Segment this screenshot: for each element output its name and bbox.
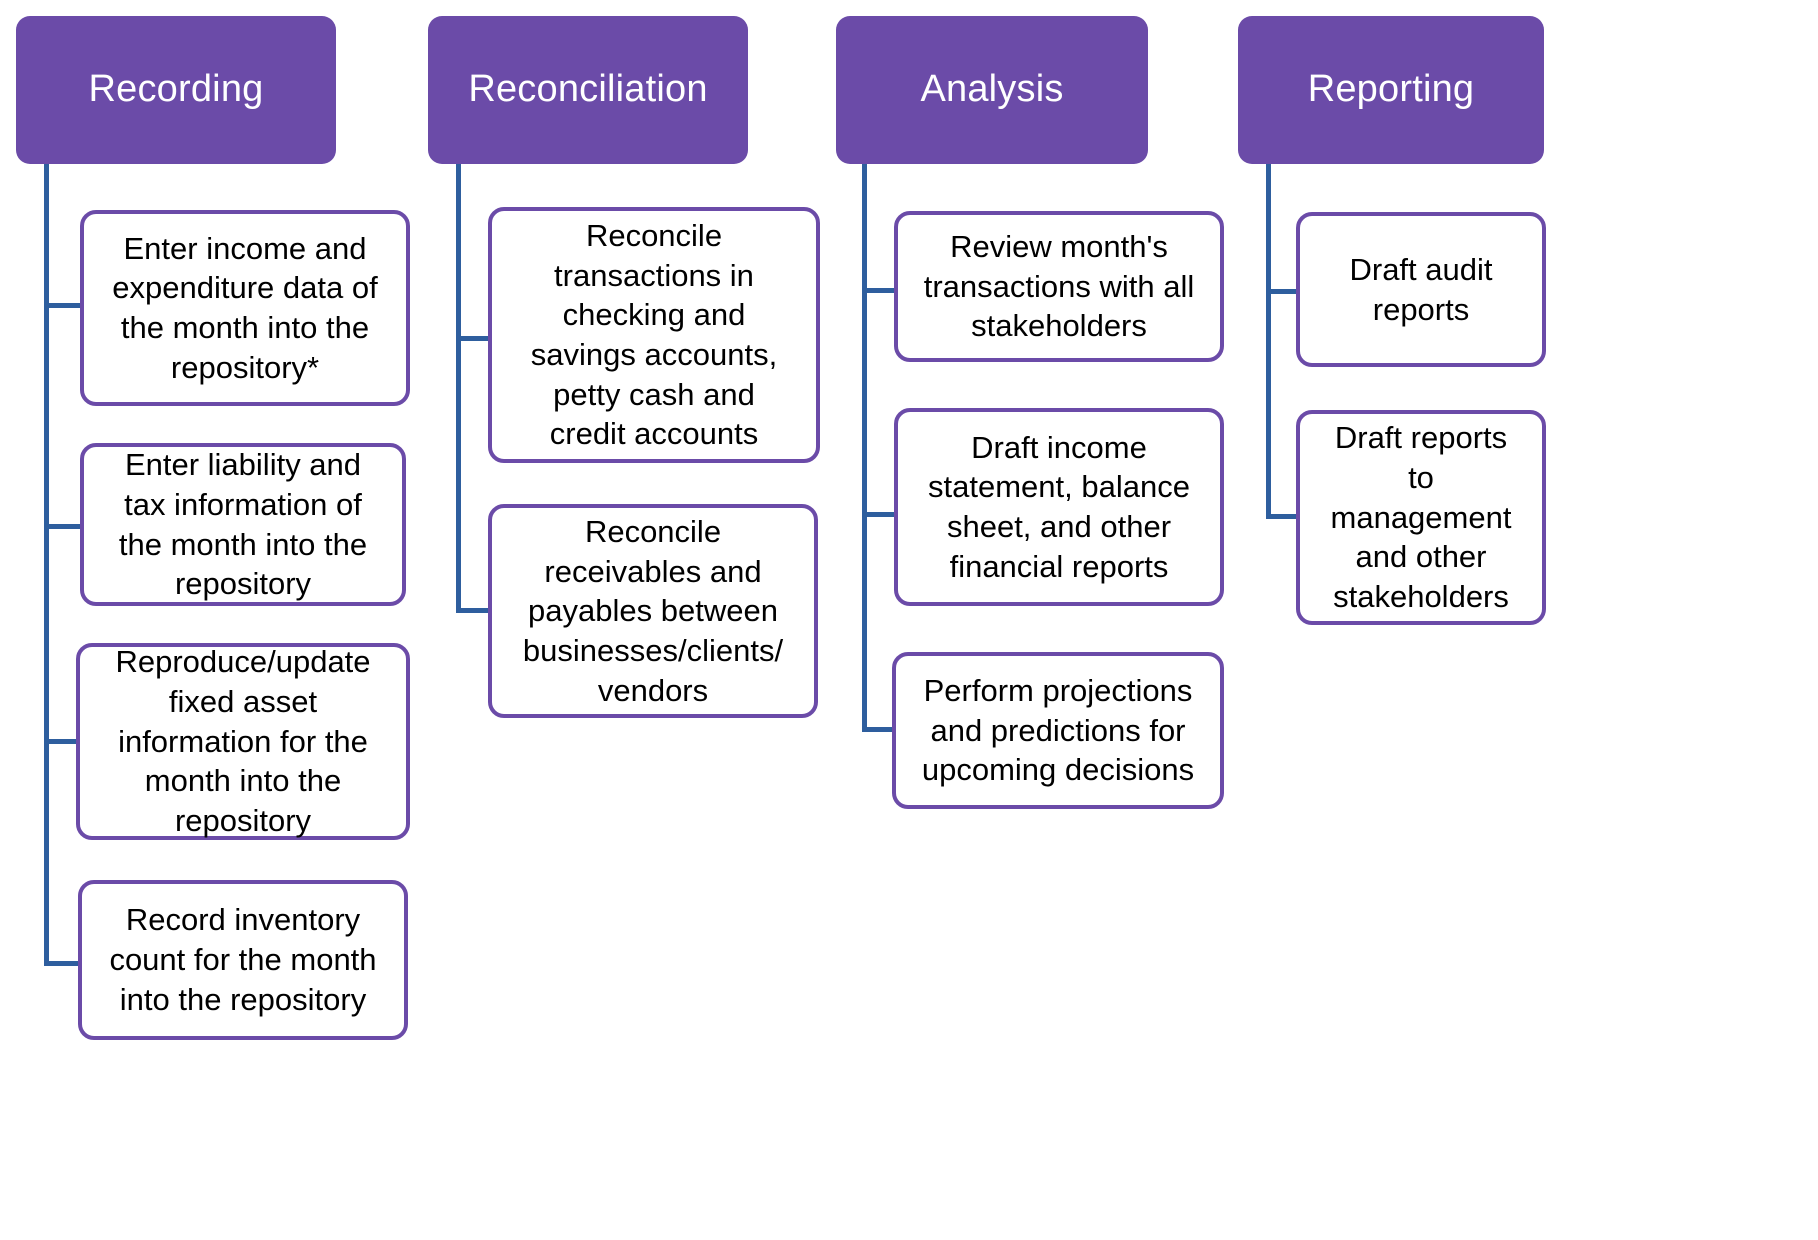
leaf-node-reconciliation-1[interactable]: Reconcile transactions in checking and s… (488, 207, 820, 463)
leaf-node-analysis-1[interactable]: Review month's transactions with all sta… (894, 211, 1224, 362)
leaf-node-analysis-2[interactable]: Draft income statement, balance sheet, a… (894, 408, 1224, 606)
leaf-label-recording-1: Enter income and expenditure data of the… (112, 230, 378, 385)
header-node-reconciliation[interactable]: Reconciliation (428, 16, 748, 164)
leaf-label-recording-2: Enter liability and tax information of t… (118, 447, 368, 602)
leaf-label-analysis-2: Draft income statement, balance sheet, a… (928, 429, 1190, 584)
leaf-node-reconciliation-2[interactable]: Reconcile receivables and payables betwe… (488, 504, 818, 718)
leaf-label-recording-3: Reproduce/update fixed asset information… (115, 644, 371, 839)
connector-trunk-reporting (1266, 164, 1271, 519)
leaf-label-reconciliation-2: Reconcile receivables and payables betwe… (522, 513, 784, 708)
header-label-reconciliation: Reconciliation (468, 68, 708, 111)
connector-trunk-reconciliation (456, 164, 461, 613)
leaf-label-analysis-3: Perform projections and predictions for … (921, 672, 1195, 788)
leaf-label-analysis-1: Review month's transactions with all sta… (923, 228, 1195, 344)
leaf-label-reporting-2: Draft reports to management and other st… (1330, 420, 1512, 614)
leaf-label-reconciliation-1: Reconcile transactions in checking and s… (530, 217, 778, 452)
header-node-recording[interactable]: Recording (16, 16, 336, 164)
connector-stub-analysis-1 (862, 288, 898, 293)
leaf-node-reporting-1[interactable]: Draft audit reports (1296, 212, 1546, 367)
leaf-node-recording-4[interactable]: Record inventory count for the month int… (78, 880, 408, 1040)
leaf-label-recording-4: Record inventory count for the month int… (109, 902, 377, 1017)
leaf-node-recording-1[interactable]: Enter income and expenditure data of the… (80, 210, 410, 406)
leaf-node-reporting-2[interactable]: Draft reports to management and other st… (1296, 410, 1546, 625)
connector-stub-recording-2 (44, 524, 84, 529)
leaf-node-recording-3[interactable]: Reproduce/update fixed asset information… (76, 643, 410, 840)
header-node-reporting[interactable]: Reporting (1238, 16, 1544, 164)
leaf-node-analysis-3[interactable]: Perform projections and predictions for … (892, 652, 1224, 809)
connector-trunk-analysis (862, 164, 867, 732)
connector-stub-recording-1 (44, 303, 84, 308)
diagram-canvas: Recording Enter income and expenditure d… (0, 0, 1818, 1240)
leaf-node-recording-2[interactable]: Enter liability and tax information of t… (80, 443, 406, 606)
connector-trunk-recording (44, 164, 49, 966)
leaf-label-reporting-1: Draft audit reports (1349, 251, 1493, 327)
header-label-reporting: Reporting (1307, 68, 1475, 111)
connector-stub-analysis-2 (862, 512, 898, 517)
header-label-analysis: Analysis (920, 68, 1064, 111)
header-node-analysis[interactable]: Analysis (836, 16, 1148, 164)
header-label-recording: Recording (88, 68, 264, 111)
